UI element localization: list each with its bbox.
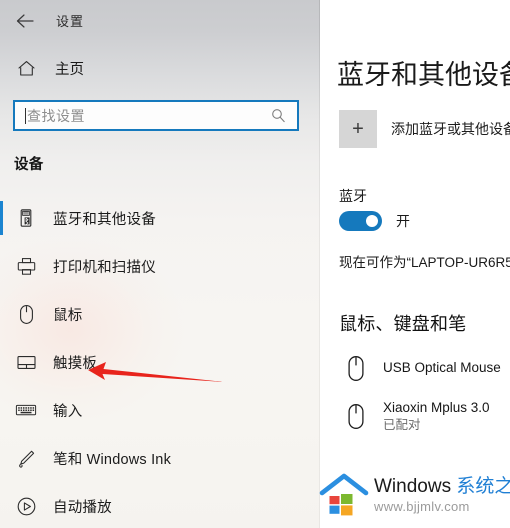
selection-accent-bar [0, 489, 3, 523]
search-icon[interactable] [267, 108, 289, 123]
bluetooth-toggle-row: 开 [339, 211, 410, 231]
search-placeholder: 查找设置 [27, 107, 85, 124]
selection-accent-bar [0, 201, 3, 235]
settings-window: 设置 主页 查找设置 设备 蓝牙和其他设备 打印机和扫描仪 鼠标 触摸板 输入 … [0, 0, 510, 528]
selection-accent-bar [0, 249, 3, 283]
back-arrow-icon[interactable] [12, 7, 40, 35]
device-name: Xiaoxin Mplus 3.0 [383, 399, 490, 415]
sidebar-item-autoplay[interactable]: 自动播放 [0, 482, 320, 528]
devices-section-heading: 鼠标、键盘和笔 [339, 314, 467, 334]
add-device-label: 添加蓝牙或其他设备 [391, 121, 510, 137]
home-icon [15, 57, 37, 79]
sidebar-item-label-bluetooth: 蓝牙和其他设备 [53, 211, 156, 228]
sidebar-item-label-autoplay: 自动播放 [53, 499, 112, 516]
device-list: USB Optical Mouse Xiaoxin Mplus 3.0 已配对 [339, 344, 510, 440]
title-bar: 设置 [0, 0, 320, 42]
sidebar: 设置 主页 查找设置 设备 蓝牙和其他设备 打印机和扫描仪 鼠标 触摸板 输入 … [0, 0, 320, 528]
main-content: 蓝牙和其他设备 + 添加蓝牙或其他设备 蓝牙 开 现在可作为“LAPTOP-UR… [321, 0, 510, 528]
printer-icon [13, 253, 39, 279]
sidebar-item-typing[interactable]: 输入 [0, 386, 320, 434]
list-item[interactable]: USB Optical Mouse [339, 344, 510, 392]
device-name: USB Optical Mouse [383, 359, 501, 375]
toggle-knob [366, 215, 378, 227]
pen-icon [13, 445, 39, 471]
sidebar-item-label-typing: 输入 [53, 403, 83, 420]
sidebar-item-label-printers: 打印机和扫描仪 [53, 259, 156, 276]
device-text: USB Optical Mouse [383, 359, 501, 377]
bluetooth-device-icon [13, 205, 39, 231]
bluetooth-toggle[interactable] [339, 211, 382, 231]
mouse-icon [13, 301, 39, 327]
bluetooth-toggle-state: 开 [396, 213, 410, 229]
text-caret [25, 107, 26, 124]
sidebar-item-pen[interactable]: 笔和 Windows Ink [0, 434, 320, 482]
touchpad-icon [13, 349, 39, 375]
bluetooth-discoverable-text: 现在可作为“LAPTOP-UR6R5 [339, 255, 510, 270]
selection-accent-bar [0, 441, 3, 475]
bluetooth-label: 蓝牙 [339, 188, 367, 204]
sidebar-item-label-touchpad: 触摸板 [53, 355, 98, 372]
selection-accent-bar [0, 393, 3, 427]
sidebar-item-touchpad[interactable]: 触摸板 [0, 338, 320, 386]
selection-accent-bar [0, 297, 3, 331]
sidebar-item-mouse[interactable]: 鼠标 [0, 290, 320, 338]
add-device-button[interactable]: + 添加蓝牙或其他设备 [339, 110, 510, 148]
device-text: Xiaoxin Mplus 3.0 已配对 [383, 399, 490, 433]
mouse-icon [339, 349, 373, 387]
autoplay-icon [13, 493, 39, 519]
keyboard-icon [13, 397, 39, 423]
sidebar-item-printers[interactable]: 打印机和扫描仪 [0, 242, 320, 290]
search-input[interactable]: 查找设置 [13, 100, 299, 131]
sidebar-item-home[interactable]: 主页 [0, 52, 320, 84]
device-status: 已配对 [383, 417, 421, 432]
selection-accent-bar [0, 345, 3, 379]
window-title: 设置 [56, 14, 85, 29]
sidebar-item-label-mouse: 鼠标 [53, 307, 83, 324]
plus-icon: + [339, 110, 377, 148]
sidebar-item-bluetooth[interactable]: 蓝牙和其他设备 [0, 194, 320, 242]
sidebar-nav-list: 蓝牙和其他设备 打印机和扫描仪 鼠标 触摸板 输入 笔和 Windows Ink… [0, 194, 320, 528]
sidebar-item-label-home: 主页 [55, 61, 84, 78]
page-title: 蓝牙和其他设备 [337, 60, 510, 90]
sidebar-section-heading: 设备 [14, 157, 44, 173]
sidebar-item-label-pen: 笔和 Windows Ink [53, 451, 172, 468]
sidebar-divider [319, 0, 320, 528]
list-item[interactable]: Xiaoxin Mplus 3.0 已配对 [339, 392, 510, 440]
mouse-icon [339, 397, 373, 435]
